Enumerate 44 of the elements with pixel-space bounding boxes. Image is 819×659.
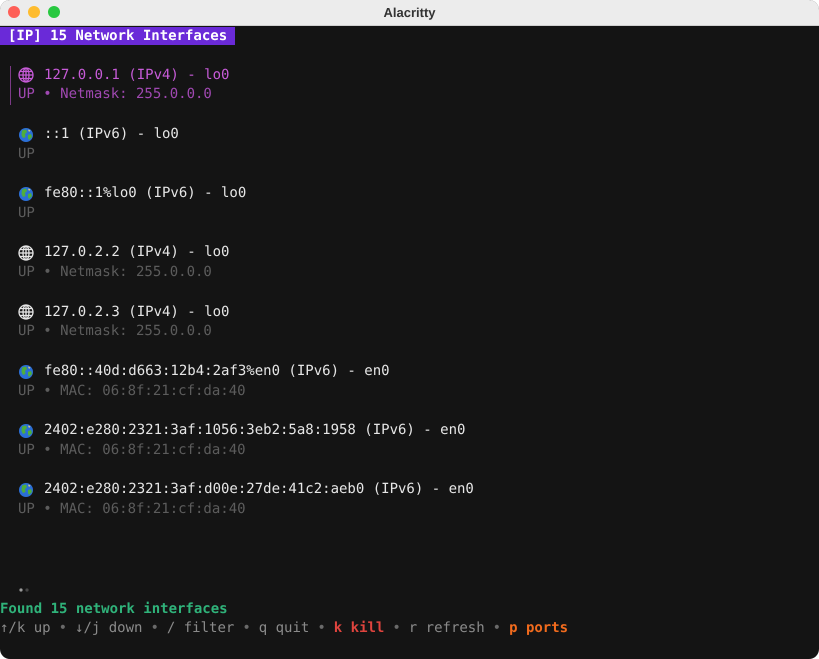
interface-status: UP • Netmask: 255.0.0.0 (18, 85, 212, 104)
close-button[interactable] (8, 6, 20, 18)
key-hint: ↑/k up (0, 619, 51, 638)
globe-icon (18, 304, 34, 320)
separator-dot: • (392, 619, 401, 638)
window-title: Alacritty (383, 5, 436, 20)
earth-icon (18, 126, 34, 143)
interface-status: UP • Netmask: 255.0.0.0 (18, 263, 212, 282)
key-hint: p ports (509, 619, 568, 638)
earth-icon (18, 422, 34, 439)
separator-dot: • (317, 619, 326, 638)
separator-dot: • (242, 619, 251, 638)
spinner-icon (19, 588, 31, 592)
header-title: [IP] 15 Network Interfaces (0, 26, 236, 45)
globe-icon (18, 245, 34, 262)
zoom-button[interactable] (48, 6, 60, 18)
separator-dot: • (492, 619, 502, 638)
interface-address[interactable]: 2402:e280:2321:3af:1056:3eb2:5a8:1958 (IPv6) - en0 (44, 421, 466, 441)
interface-status: UP (18, 144, 35, 164)
key-hint: / filter (166, 619, 234, 638)
key-hint: q quit (258, 619, 310, 638)
key-hint: k kill (334, 619, 384, 638)
separator-dot: • (150, 619, 159, 638)
key-hint: r refresh (408, 619, 485, 638)
earth-icon (18, 186, 34, 202)
interface-address[interactable]: fe80::40d:d663:12b4:2af3%en0 (IPv6) - en0 (44, 362, 390, 382)
interface-address[interactable]: fe80::1%lo0 (IPv6) - lo0 (44, 184, 246, 204)
interface-status: UP (18, 204, 35, 223)
minimize-button[interactable] (28, 6, 40, 18)
separator-dot: • (58, 619, 68, 638)
key-hint: ↓/j down (75, 619, 142, 638)
interface-address[interactable]: 127.0.2.2 (IPv4) - lo0 (44, 243, 230, 263)
interface-status: UP • MAC: 06:8f:21:cf:da:40 (18, 382, 246, 400)
earth-icon (18, 364, 34, 380)
earth-icon (18, 482, 34, 498)
summary-text: Found 15 network interfaces (0, 600, 228, 618)
interface-status: UP • MAC: 06:8f:21:cf:da:40 (18, 440, 246, 460)
interface-address[interactable]: 127.0.0.1 (IPv4) - lo0 (44, 66, 230, 86)
interface-address[interactable]: 2402:e280:2321:3af:d00e:27de:41c2:aeb0 (IPv6) - en0 (44, 480, 474, 500)
interface-address[interactable]: ::1 (IPv6) - lo0 (44, 124, 179, 144)
interface-status: UP • Netmask: 255.0.0.0 (18, 322, 212, 342)
globe-icon (18, 67, 34, 84)
interface-address[interactable]: 127.0.2.3 (IPv4) - lo0 (44, 302, 230, 322)
interface-status: UP • MAC: 06:8f:21:cf:da:40 (18, 500, 246, 519)
